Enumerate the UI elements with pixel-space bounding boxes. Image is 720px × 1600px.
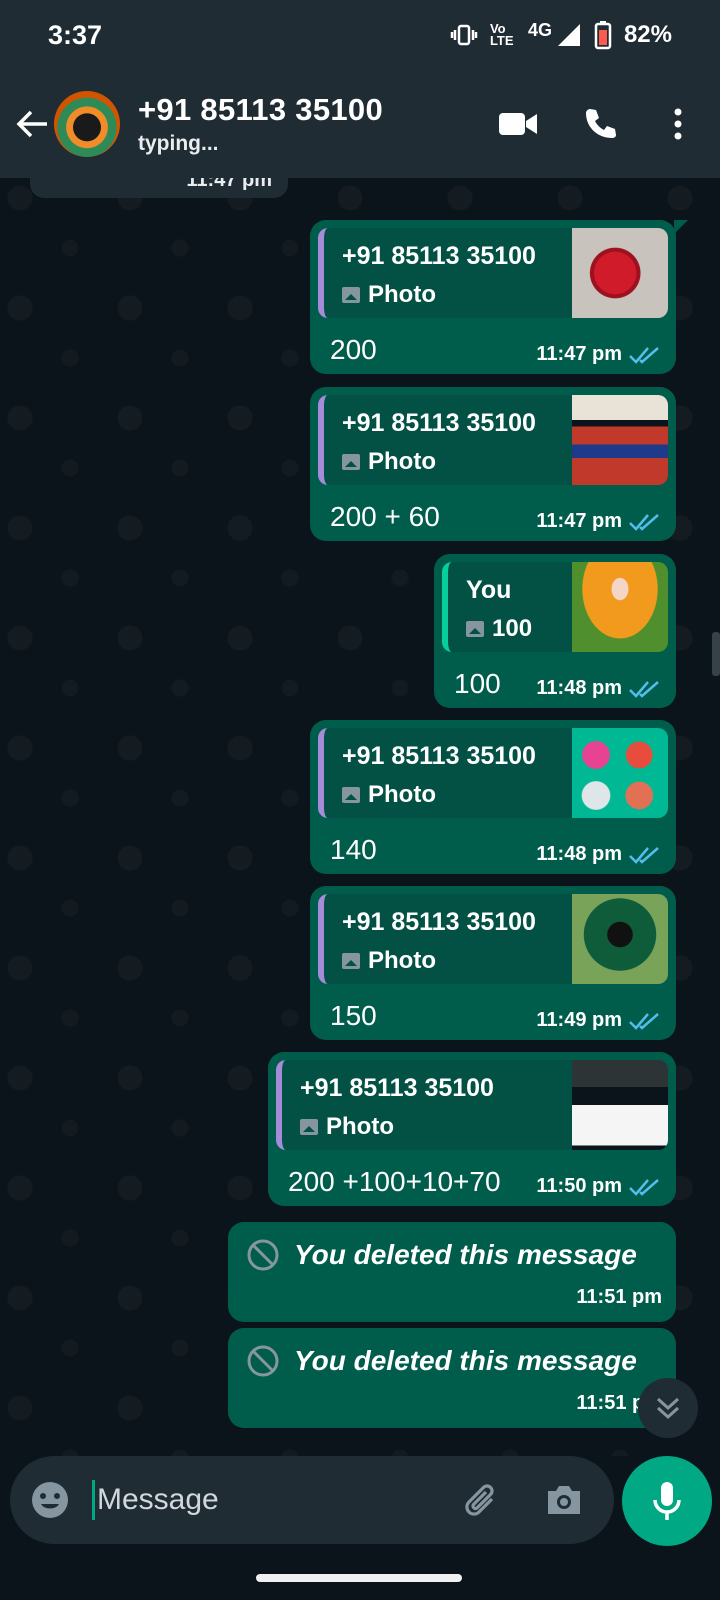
quote-thumbnail: [572, 894, 668, 984]
quote-author: +91 85113 35100: [342, 908, 536, 936]
quote-type: Photo: [326, 1113, 394, 1140]
quote-thumbnail: [572, 228, 668, 318]
double-check-icon: [629, 846, 659, 864]
arrow-left-icon: [16, 110, 47, 138]
message-bubble[interactable]: +91 85113 35100 Photo 200 11:47 pm: [310, 220, 688, 374]
quote-type: Photo: [368, 448, 436, 475]
message-time: 11:47 pm: [536, 343, 622, 365]
message-time: 11:47 pm: [536, 510, 622, 532]
quote-type: Photo: [368, 947, 436, 974]
phone-icon: [586, 109, 616, 138]
network-label: 4G: [527, 19, 552, 40]
message-bubble[interactable]: +91 85113 35100 Photo 200 + 60 11:47 pm: [310, 387, 676, 541]
scrollbar[interactable]: [712, 632, 720, 676]
message-placeholder: Message: [97, 1483, 219, 1516]
quote-thumbnail: [572, 728, 668, 818]
video-call-icon: [499, 113, 537, 135]
signal-icon: [557, 24, 580, 46]
deleted-message-bubble[interactable]: You deleted this message 11:51 pm: [228, 1222, 676, 1322]
video-call-button[interactable]: [490, 96, 546, 152]
deleted-message-bubble[interactable]: You deleted this message 11:51 pm: [228, 1328, 676, 1428]
deleted-text: You deleted this message: [294, 1345, 637, 1376]
message-text: 150: [330, 1000, 377, 1031]
blocked-icon: [247, 1239, 279, 1271]
message-bubble[interactable]: +91 85113 35100 Photo 150 11:49 pm: [310, 886, 676, 1040]
menu-button[interactable]: [650, 96, 706, 152]
back-button[interactable]: [2, 94, 62, 154]
quote-author: +91 85113 35100: [342, 742, 536, 770]
voice-record-button[interactable]: [622, 1456, 712, 1546]
volte-label: Vo LTE: [489, 21, 514, 48]
photo-icon: [342, 953, 360, 969]
chat-header: +91 85113 35100 typing...: [0, 70, 720, 178]
contact-status: typing...: [138, 132, 219, 155]
scroll-to-bottom-button[interactable]: [638, 1378, 698, 1438]
double-check-icon: [629, 1012, 659, 1030]
home-gesture-bar[interactable]: [256, 1574, 462, 1582]
quoted-message[interactable]: +91 85113 35100 Photo: [318, 395, 668, 485]
quoted-message[interactable]: +91 85113 35100 Photo: [318, 228, 668, 318]
quoted-message[interactable]: You 100: [442, 562, 668, 652]
photo-icon: [342, 787, 360, 803]
voice-call-button[interactable]: [572, 96, 628, 152]
message-bubble[interactable]: +91 85113 35100 Photo 140 11:48 pm: [310, 720, 676, 874]
previous-message[interactable]: 11:47 pm: [30, 178, 288, 198]
quote-type: Photo: [368, 281, 436, 308]
message-text: 200 + 60: [330, 501, 440, 532]
paperclip-icon[interactable]: [462, 1479, 504, 1521]
photo-icon: [342, 454, 360, 470]
quote-thumbnail: [572, 1060, 668, 1150]
double-check-icon: [629, 513, 659, 531]
photo-icon: [466, 621, 484, 637]
chevron-double-down-icon: [656, 1397, 680, 1420]
quote-type: 100: [492, 615, 533, 642]
message-time: 11:50 pm: [536, 1175, 622, 1197]
quoted-message[interactable]: +91 85113 35100 Photo: [276, 1060, 668, 1150]
contact-name: +91 85113 35100: [138, 92, 384, 127]
quote-type: Photo: [368, 781, 436, 808]
more-vert-icon: [674, 108, 682, 140]
battery-icon: [594, 21, 612, 50]
message-composer: Message: [10, 1456, 614, 1544]
status-bar: 3:37 Vo LTE 4G 82%: [0, 0, 720, 70]
avatar[interactable]: [54, 91, 120, 157]
message-time: 11:49 pm: [536, 1009, 622, 1031]
message-time: 11:48 pm: [536, 677, 622, 699]
mic-icon: [653, 1482, 681, 1520]
deleted-text: You deleted this message: [294, 1239, 637, 1270]
double-check-icon: [629, 1178, 659, 1196]
double-check-icon: [629, 680, 659, 698]
quote-author: +91 85113 35100: [342, 242, 536, 270]
quote-thumbnail: [572, 562, 668, 652]
status-icons: Vo LTE 4G 82%: [450, 20, 672, 50]
message-text: 140: [330, 834, 377, 865]
message-time: 11:47 pm: [186, 178, 272, 191]
quote-author: You: [466, 576, 512, 604]
chat-area[interactable]: 11:47 pm +91 85113 35100 Photo 200 11:47…: [0, 178, 720, 1456]
blocked-icon: [247, 1345, 279, 1377]
quote-author: +91 85113 35100: [300, 1074, 494, 1102]
status-time: 3:37: [48, 19, 103, 50]
battery-percent: 82%: [623, 21, 672, 48]
vibrate-icon: [450, 24, 478, 46]
quote-thumbnail: [572, 395, 668, 485]
camera-icon[interactable]: [544, 1483, 584, 1517]
quoted-message[interactable]: +91 85113 35100 Photo: [318, 728, 668, 818]
message-text: 100: [454, 668, 501, 699]
double-check-icon: [629, 346, 659, 364]
emoji-icon[interactable]: [30, 1480, 70, 1520]
message-text: 200 +100+10+70: [288, 1166, 501, 1197]
contact-info[interactable]: +91 85113 35100 typing...: [138, 92, 490, 156]
message-text: 200: [330, 334, 377, 365]
message-input[interactable]: Message: [92, 1480, 462, 1520]
photo-icon: [342, 287, 360, 303]
quote-author: +91 85113 35100: [342, 409, 536, 437]
message-time: 11:48 pm: [536, 843, 622, 865]
message-time: 11:51 pm: [576, 1286, 662, 1308]
message-bubble[interactable]: +91 85113 35100 Photo 200 +100+10+70 11:…: [268, 1052, 676, 1206]
message-bubble[interactable]: You 100 100 11:48 pm: [434, 554, 676, 708]
quoted-message[interactable]: +91 85113 35100 Photo: [318, 894, 668, 984]
photo-icon: [300, 1119, 318, 1135]
